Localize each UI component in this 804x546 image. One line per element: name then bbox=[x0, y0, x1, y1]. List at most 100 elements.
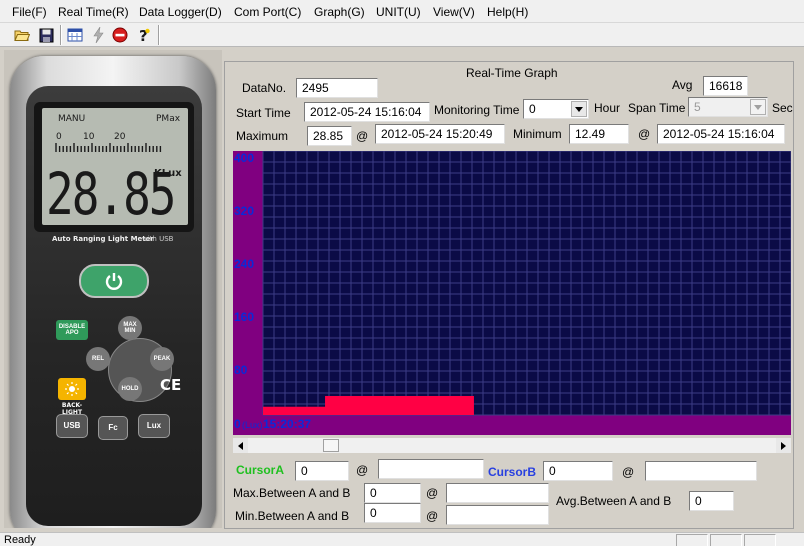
min-between-time-field[interactable] bbox=[446, 505, 549, 525]
lcd-pmax-label: PMax bbox=[156, 114, 181, 124]
cursor-b-at-label: @ bbox=[622, 465, 635, 479]
grid-view-icon[interactable] bbox=[66, 26, 84, 44]
toolbar-separator bbox=[158, 25, 160, 45]
toolbar-separator bbox=[60, 25, 62, 45]
ce-mark: CE bbox=[160, 376, 182, 394]
cursor-b-value-field[interactable]: 0 bbox=[543, 461, 613, 481]
minimum-at-label: @ bbox=[638, 127, 651, 141]
rel-button[interactable]: REL bbox=[86, 347, 110, 371]
span-time-value: 5 bbox=[694, 100, 701, 114]
status-text: Ready bbox=[4, 534, 36, 546]
max-min-button[interactable]: MAX MIN bbox=[118, 316, 142, 340]
y-tick-label: 320 bbox=[234, 204, 255, 218]
chevron-down-icon[interactable] bbox=[571, 101, 587, 117]
avg-between-label: Avg.Between A and B bbox=[556, 494, 672, 508]
light-meter-image: MANU PMax 0 10 20 28.85 KLux Auto Rangin… bbox=[4, 50, 222, 528]
max-between-time-field[interactable] bbox=[446, 483, 549, 503]
max-between-value-field[interactable]: 0 bbox=[364, 483, 421, 503]
cursor-b-label: CursorB bbox=[488, 465, 537, 479]
cursor-a-value-field[interactable]: 0 bbox=[295, 461, 349, 481]
menu-help[interactable]: Help(H) bbox=[487, 5, 528, 19]
meter-brand-suffix: with USB bbox=[142, 235, 174, 243]
x-start-label: 15:20:37 bbox=[263, 417, 312, 431]
monitoring-time-label: Monitoring Time bbox=[434, 103, 520, 117]
sun-icon bbox=[65, 382, 79, 396]
min-between-at-label: @ bbox=[426, 509, 439, 523]
minimum-label: Minimum bbox=[513, 127, 562, 141]
start-time-label: Start Time bbox=[236, 106, 291, 120]
hold-button[interactable]: HOLD bbox=[118, 377, 142, 401]
maximum-at-label: @ bbox=[356, 129, 369, 143]
minimum-field[interactable]: 12.49 bbox=[569, 124, 629, 144]
meter-brand-text: Auto Ranging Light Meter bbox=[52, 235, 154, 243]
lightning-icon[interactable] bbox=[89, 26, 107, 44]
monitoring-time-value: 0 bbox=[529, 102, 536, 116]
maximum-field[interactable]: 28.85 bbox=[307, 126, 352, 146]
power-button[interactable] bbox=[79, 264, 149, 298]
backlight-button[interactable] bbox=[58, 378, 86, 400]
lcd-display: MANU PMax 0 10 20 28.85 KLux bbox=[42, 108, 188, 228]
lcd-scale-20: 20 bbox=[114, 132, 126, 142]
max-between-label: Max.Between A and B bbox=[233, 486, 351, 500]
lcd-scale-10: 10 bbox=[83, 132, 95, 142]
min-between-label: Min.Between A and B bbox=[235, 509, 350, 523]
status-pane bbox=[744, 534, 776, 546]
toolbar: ? bbox=[0, 23, 804, 47]
cursor-a-label: CursorA bbox=[236, 463, 285, 477]
y-tick-label: 240 bbox=[234, 257, 255, 271]
usb-button[interactable]: USB bbox=[56, 414, 88, 438]
sec-label: Sec bbox=[772, 101, 793, 115]
save-disk-icon[interactable] bbox=[37, 26, 55, 44]
cursor-a-time-field[interactable] bbox=[378, 459, 484, 479]
lux-button[interactable]: Lux bbox=[138, 414, 170, 438]
chart-horizontal-scrollbar[interactable] bbox=[233, 438, 791, 453]
status-pane bbox=[676, 534, 708, 546]
cursor-a-at-label: @ bbox=[356, 463, 369, 477]
menu-file[interactable]: File(F) bbox=[12, 5, 47, 19]
chart-canvas bbox=[233, 151, 791, 435]
menu-data-logger[interactable]: Data Logger(D) bbox=[139, 5, 222, 19]
chevron-down-icon[interactable] bbox=[750, 99, 766, 115]
avg-field[interactable]: 16618 bbox=[703, 76, 748, 96]
menu-unit[interactable]: UNIT(U) bbox=[376, 5, 421, 19]
start-time-field[interactable]: 2012-05-24 15:16:04 bbox=[304, 102, 430, 122]
chart-left-axis-band bbox=[233, 151, 263, 435]
y-tick-label: 400 bbox=[234, 151, 255, 165]
y-tick-label: 80 bbox=[234, 363, 248, 377]
real-time-chart[interactable]: 400 320 240 160 80 0 (Lux) 15:20:37 bbox=[233, 151, 791, 435]
open-folder-icon[interactable] bbox=[13, 26, 31, 44]
menu-real-time[interactable]: Real Time(R) bbox=[58, 5, 129, 19]
scroll-right-icon[interactable] bbox=[776, 438, 791, 453]
monitoring-time-select[interactable]: 0 bbox=[523, 99, 589, 119]
unit-label: (Lux) bbox=[242, 420, 263, 430]
max-between-at-label: @ bbox=[426, 486, 439, 500]
origin-label: 0 bbox=[234, 417, 241, 431]
menu-com-port[interactable]: Com Port(C) bbox=[234, 5, 301, 19]
help-icon[interactable]: ? bbox=[135, 26, 153, 44]
min-between-value-field[interactable]: 0 bbox=[364, 503, 421, 523]
maximum-time-field[interactable]: 2012-05-24 15:20:49 bbox=[375, 124, 505, 144]
span-time-select[interactable]: 5 bbox=[688, 97, 768, 117]
peak-button[interactable]: PEAK bbox=[150, 347, 174, 371]
power-icon bbox=[105, 273, 123, 290]
disable-apo-button[interactable]: DISABLE APO bbox=[56, 320, 88, 340]
scrollbar-thumb[interactable] bbox=[323, 439, 339, 452]
fc-button[interactable]: Fc bbox=[98, 416, 128, 440]
lcd-bargraph bbox=[55, 143, 162, 152]
data-no-field[interactable]: 2495 bbox=[296, 78, 378, 98]
hour-label: Hour bbox=[594, 101, 621, 115]
minimum-time-field[interactable]: 2012-05-24 15:16:04 bbox=[657, 124, 785, 144]
lcd-unit: KLux bbox=[154, 168, 182, 179]
graph-group-title: Real-Time Graph bbox=[462, 66, 562, 80]
cursor-b-time-field[interactable] bbox=[645, 461, 757, 481]
status-bar: Ready bbox=[0, 532, 804, 546]
menu-graph[interactable]: Graph(G) bbox=[314, 5, 365, 19]
avg-between-value-field[interactable]: 0 bbox=[689, 491, 734, 511]
menu-view[interactable]: View(V) bbox=[433, 5, 475, 19]
y-tick-label: 160 bbox=[234, 310, 255, 324]
data-no-label: DataNo. bbox=[242, 81, 287, 95]
stop-icon[interactable] bbox=[111, 26, 129, 44]
scroll-left-icon[interactable] bbox=[233, 438, 248, 453]
lcd-mode-label: MANU bbox=[58, 114, 86, 124]
maximum-label: Maximum bbox=[236, 129, 289, 143]
